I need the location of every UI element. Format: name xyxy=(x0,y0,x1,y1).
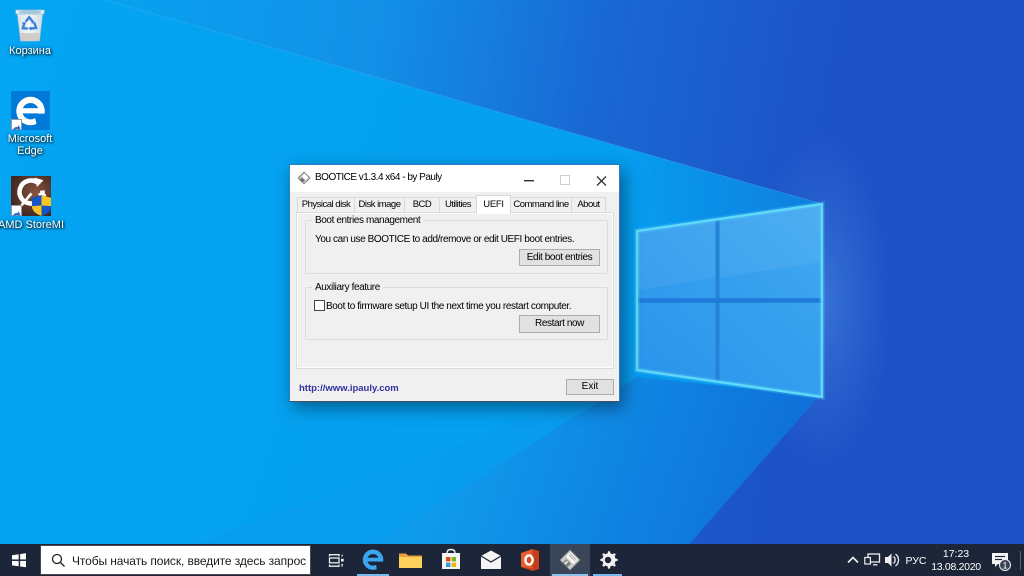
svg-text:1: 1 xyxy=(1002,561,1007,571)
